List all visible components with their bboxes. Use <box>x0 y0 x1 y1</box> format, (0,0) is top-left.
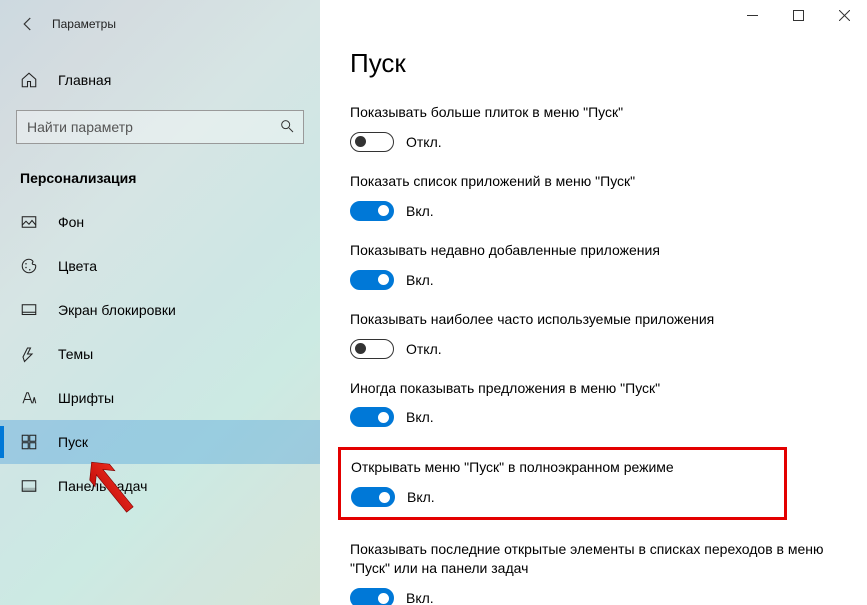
search-input-container[interactable] <box>16 110 304 144</box>
sidebar-item-start[interactable]: Пуск <box>0 420 320 464</box>
toggle-state-label: Вкл. <box>406 409 434 425</box>
setting-5: Открывать меню "Пуск" в полноэкранном ре… <box>338 447 787 520</box>
section-header: Персонализация <box>0 162 320 200</box>
setting-2: Показывать недавно добавленные приложени… <box>350 241 837 290</box>
toggle-state-label: Вкл. <box>406 203 434 219</box>
search-input[interactable] <box>27 119 279 135</box>
sidebar-item-label: Панель задач <box>58 478 147 494</box>
home-icon <box>20 71 44 89</box>
sidebar-item-label: Темы <box>58 346 93 362</box>
toggle-switch[interactable] <box>350 132 394 152</box>
sidebar-item-label: Цвета <box>58 258 97 274</box>
setting-desc: Показать список приложений в меню "Пуск" <box>350 172 837 191</box>
sidebar-item-label: Экран блокировки <box>58 302 176 318</box>
setting-6: Показывать последние открытые элементы в… <box>350 540 837 605</box>
setting-desc: Показывать последние открытые элементы в… <box>350 540 837 578</box>
sidebar-item-lockscreen[interactable]: Экран блокировки <box>0 288 320 332</box>
back-button[interactable] <box>8 8 48 40</box>
toggle-switch[interactable] <box>351 487 395 507</box>
search-icon <box>279 118 295 137</box>
minimize-button[interactable] <box>729 0 775 30</box>
setting-desc: Показывать недавно добавленные приложени… <box>350 241 837 260</box>
taskbar-icon <box>20 477 44 495</box>
setting-1: Показать список приложений в меню "Пуск"… <box>350 172 837 221</box>
toggle-switch[interactable] <box>350 588 394 605</box>
setting-desc: Иногда показывать предложения в меню "Пу… <box>350 379 837 398</box>
sidebar-item-fonts[interactable]: Шрифты <box>0 376 320 420</box>
sidebar-item-background[interactable]: Фон <box>0 200 320 244</box>
page-title: Пуск <box>350 48 837 79</box>
toggle-switch[interactable] <box>350 201 394 221</box>
setting-desc: Открывать меню "Пуск" в полноэкранном ре… <box>351 458 774 477</box>
sidebar-item-home[interactable]: Главная <box>0 60 320 100</box>
lockscreen-icon <box>20 301 44 319</box>
setting-desc: Показывать больше плиток в меню "Пуск" <box>350 103 837 122</box>
setting-4: Иногда показывать предложения в меню "Пу… <box>350 379 837 428</box>
sidebar-item-themes[interactable]: Темы <box>0 332 320 376</box>
toggle-state-label: Откл. <box>406 134 442 150</box>
window-title: Параметры <box>52 17 116 31</box>
setting-desc: Показывать наиболее часто используемые п… <box>350 310 837 329</box>
setting-0: Показывать больше плиток в меню "Пуск" От… <box>350 103 837 152</box>
toggle-state-label: Вкл. <box>406 272 434 288</box>
sidebar-item-label: Пуск <box>58 434 88 450</box>
content-area: Пуск Показывать больше плиток в меню "Пу… <box>320 0 867 605</box>
sidebar-item-label: Главная <box>58 72 111 88</box>
colors-icon <box>20 257 44 275</box>
sidebar: Параметры Главная Персонализация Фон Цвет… <box>0 0 320 605</box>
toggle-state-label: Откл. <box>406 341 442 357</box>
toggle-state-label: Вкл. <box>407 489 435 505</box>
sidebar-item-colors[interactable]: Цвета <box>0 244 320 288</box>
close-button[interactable] <box>821 0 867 30</box>
maximize-button[interactable] <box>775 0 821 30</box>
toggle-state-label: Вкл. <box>406 590 434 605</box>
setting-3: Показывать наиболее часто используемые п… <box>350 310 837 359</box>
sidebar-item-label: Фон <box>58 214 84 230</box>
sidebar-item-taskbar[interactable]: Панель задач <box>0 464 320 508</box>
start-icon <box>20 433 44 451</box>
fonts-icon <box>20 389 44 407</box>
toggle-switch[interactable] <box>350 339 394 359</box>
themes-icon <box>20 345 44 363</box>
toggle-switch[interactable] <box>350 270 394 290</box>
background-icon <box>20 213 44 231</box>
sidebar-item-label: Шрифты <box>58 390 114 406</box>
toggle-switch[interactable] <box>350 407 394 427</box>
